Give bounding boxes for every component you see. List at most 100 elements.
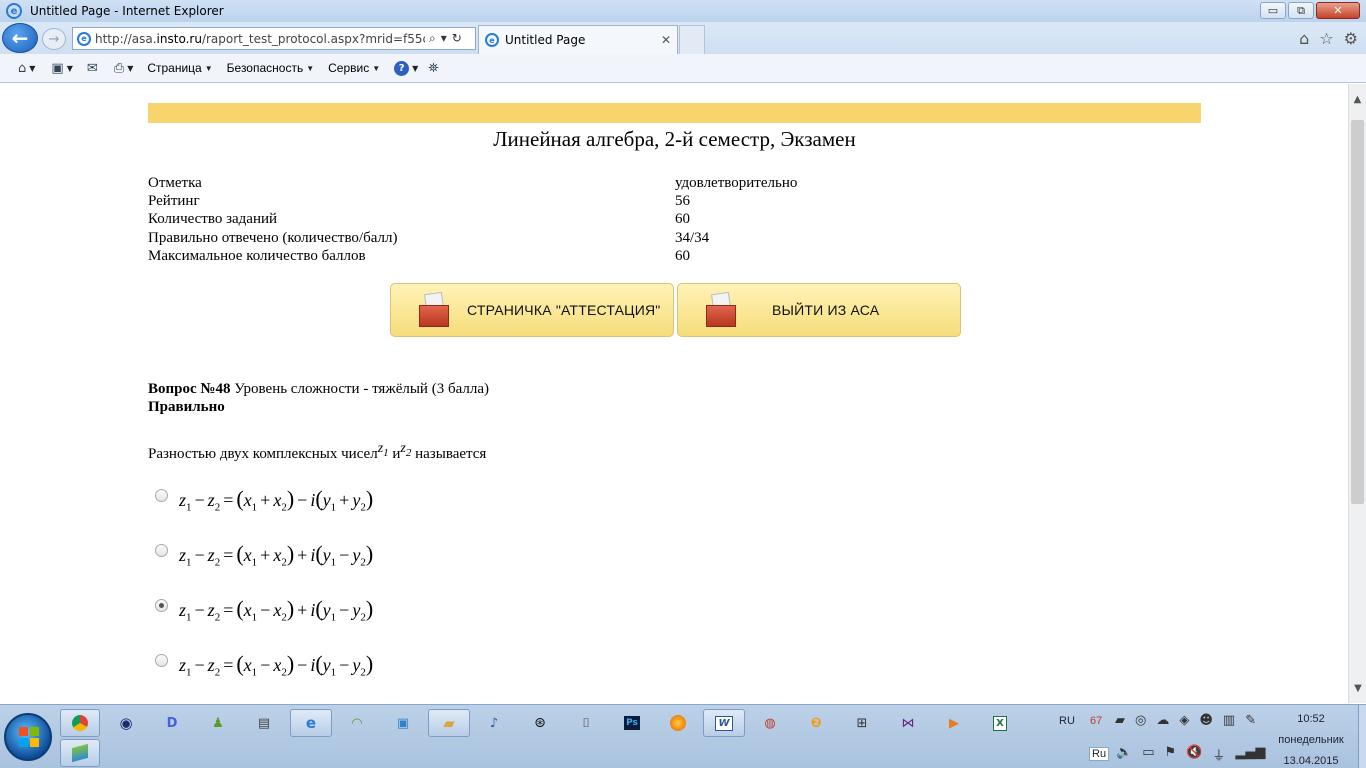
taskbar-visual-studio[interactable]: ⋈ xyxy=(888,709,928,737)
new-tab-button[interactable] xyxy=(679,25,705,54)
close-window-button[interactable]: ✕ xyxy=(1316,2,1360,19)
grid-icon: ⊞ xyxy=(856,715,868,731)
refresh-icon[interactable]: ↻ xyxy=(452,31,462,46)
address-url[interactable]: http://asa.insto.ru/raport_test_protocol… xyxy=(95,32,425,46)
flag-icon[interactable]: ⚑ xyxy=(1164,745,1176,764)
clock[interactable]: 10:52 понедельник 13.04.2015 xyxy=(1266,709,1356,768)
user-icon[interactable]: ☻ xyxy=(1199,713,1213,728)
home-menu-icon[interactable]: ⌂ ▼ xyxy=(18,61,35,76)
taskbar-app-sound[interactable]: ♪ xyxy=(474,709,514,737)
scroll-up-icon[interactable]: ▲ xyxy=(1349,84,1366,114)
answer-radio-4[interactable] xyxy=(155,654,168,668)
info-row-rating: Рейтинг 56 xyxy=(148,193,690,210)
tab-close-button[interactable]: ✕ xyxy=(661,33,677,47)
orange-2-icon: ❷ xyxy=(810,715,822,731)
info-row-grade: Отметка удовлетворительно xyxy=(148,175,798,191)
display-icon[interactable]: ▭ xyxy=(1142,745,1154,764)
answer-option-1[interactable]: z1− z2 = (x1 + x2) − i(y1 + y2) xyxy=(155,486,373,514)
tray-language-top[interactable]: RU xyxy=(1059,715,1075,727)
taskbar-app-card[interactable]: ▤ xyxy=(244,709,284,737)
tab-untitled-page[interactable]: e Untitled Page ✕ xyxy=(478,25,678,54)
scroll-thumb[interactable] xyxy=(1351,120,1364,504)
screen-icon[interactable]: ▥ xyxy=(1223,713,1235,728)
taskbar-app-media[interactable]: ▶ xyxy=(934,709,974,737)
tab-site-icon: e xyxy=(485,33,499,47)
question-status: Правильно xyxy=(148,399,225,415)
taskbar-chrome[interactable] xyxy=(60,709,100,737)
taskbar-app-grid[interactable]: ⊞ xyxy=(842,709,882,737)
cloud-icon[interactable]: ☁ xyxy=(1156,713,1169,728)
answer-radio-1[interactable] xyxy=(155,489,168,503)
back-button[interactable]: ← xyxy=(2,23,38,53)
search-icon[interactable]: ⌕ xyxy=(429,31,436,46)
start-button[interactable] xyxy=(4,713,52,761)
window-icon: ▣ xyxy=(396,715,410,731)
taskbar-internet-explorer[interactable]: e xyxy=(290,709,332,737)
volume-icon[interactable]: 🔈 xyxy=(1116,745,1132,764)
exit-asa-button[interactable]: ВЫЙТИ ИЗ АСА xyxy=(677,283,961,337)
tray-language-bottom[interactable]: Ru xyxy=(1089,747,1110,761)
answer-radio-2[interactable] xyxy=(155,544,168,558)
favorites-icon[interactable]: ☆ xyxy=(1319,29,1333,48)
settings-gear-icon[interactable]: ⚙ xyxy=(1344,29,1358,48)
help-icon: ? xyxy=(394,60,410,76)
rss-feed-icon[interactable]: ▣ ▼ xyxy=(51,61,72,76)
taskbar-explorer[interactable]: ▰ xyxy=(428,709,470,737)
taskbar-app-window[interactable]: ▣ xyxy=(383,709,423,737)
research-icon[interactable]: ⛯ xyxy=(428,61,438,76)
tray-number[interactable]: 67 xyxy=(1090,715,1102,727)
vertical-scrollbar[interactable]: ▲ ▼ xyxy=(1348,84,1366,703)
question-header: Вопрос №48 Уровень сложности - тяжёлый (… xyxy=(148,380,489,416)
taskbar-word[interactable]: W xyxy=(703,709,745,737)
info-row-max-score: Максимальное количество баллов 60 xyxy=(148,247,690,264)
taskbar-app-orange[interactable]: ❷ xyxy=(796,709,836,737)
minimize-button[interactable]: ▭ xyxy=(1260,2,1286,19)
result-info-table: Отметка удовлетворительно Рейтинг 56 Кол… xyxy=(148,174,848,265)
taskbar-bluestacks[interactable] xyxy=(60,739,100,767)
dropdown-icon[interactable]: ▾ xyxy=(441,31,447,46)
scroll-down-icon[interactable]: ▼ xyxy=(1349,673,1366,703)
answer-option-3[interactable]: z1− z2 = (x1− x2) + i(y1− y2) xyxy=(155,596,373,624)
taskbar-firefox[interactable] xyxy=(658,709,698,737)
stack-icon[interactable]: ◈ xyxy=(1179,713,1189,728)
taskbar-photoshop[interactable]: Ps xyxy=(612,709,652,737)
site-icon: e xyxy=(77,31,91,46)
home-icon[interactable]: ⌂ xyxy=(1299,29,1309,48)
taskbar-app-d[interactable]: D xyxy=(152,709,192,737)
window-controls: ▭ ⧉ ✕ xyxy=(1260,2,1360,19)
answer-option-2[interactable]: z1− z2 = (x1 + x2) + i(y1− y2) xyxy=(155,541,373,569)
menu-page[interactable]: Страница ▼ xyxy=(147,61,212,75)
taskbar-excel[interactable]: X xyxy=(980,709,1020,737)
attestation-page-button[interactable]: СТРАНИЧКА "АТТЕСТАЦИЯ" xyxy=(390,283,674,337)
answer-radio-3[interactable] xyxy=(155,599,168,613)
warning-circle-icon: ⊛ xyxy=(534,715,546,731)
taskbar-app-wifi[interactable]: ◠ xyxy=(337,709,377,737)
taskbar-app-camera[interactable]: ⌷ xyxy=(566,709,606,737)
maximize-button[interactable]: ⧉ xyxy=(1288,2,1314,19)
card-icon: ▤ xyxy=(257,715,271,731)
print-icon[interactable]: ⎙ ▼ xyxy=(114,61,134,76)
usb-icon[interactable]: ⏚ xyxy=(1212,745,1225,764)
address-bar[interactable]: e http://asa.insto.ru/raport_test_protoc… xyxy=(72,27,476,50)
eye-icon: ◉ xyxy=(119,714,133,732)
help-menu[interactable]: ? ▼ xyxy=(394,60,418,76)
address-tools: ⌕ ▾ ↻ xyxy=(429,31,462,46)
taskbar-app-red[interactable]: ◍ xyxy=(750,709,790,737)
signal-icon[interactable]: ▂▄▆ xyxy=(1235,745,1265,764)
question-number: Вопрос №48 xyxy=(148,381,231,397)
forward-button[interactable]: → xyxy=(42,28,66,50)
taskbar-app-triangle[interactable]: ⊛ xyxy=(520,709,560,737)
answer-formula-2: z1− z2 = (x1 + x2) + i(y1− y2) xyxy=(179,541,374,569)
skype-icon[interactable]: ◎ xyxy=(1135,713,1146,728)
menu-security[interactable]: Безопасность ▼ xyxy=(227,61,314,75)
menu-tools[interactable]: Сервис ▼ xyxy=(328,61,380,75)
answer-option-4[interactable]: z1− z2 = (x1− x2) − i(y1− y2) xyxy=(155,651,373,679)
taskbar-app-android[interactable]: ♟ xyxy=(198,709,238,737)
show-desktop-button[interactable] xyxy=(1358,705,1366,768)
answer-formula-1: z1− z2 = (x1 + x2) − i(y1 + y2) xyxy=(179,486,374,514)
pen-icon[interactable]: ✎ xyxy=(1245,713,1256,728)
nvidia-icon[interactable]: ▰ xyxy=(1115,713,1125,728)
mail-icon[interactable]: ✉ xyxy=(87,61,98,76)
speaker-muted-icon[interactable]: 🔇 xyxy=(1186,745,1202,764)
taskbar-app-eye[interactable]: ◉ xyxy=(106,709,146,737)
